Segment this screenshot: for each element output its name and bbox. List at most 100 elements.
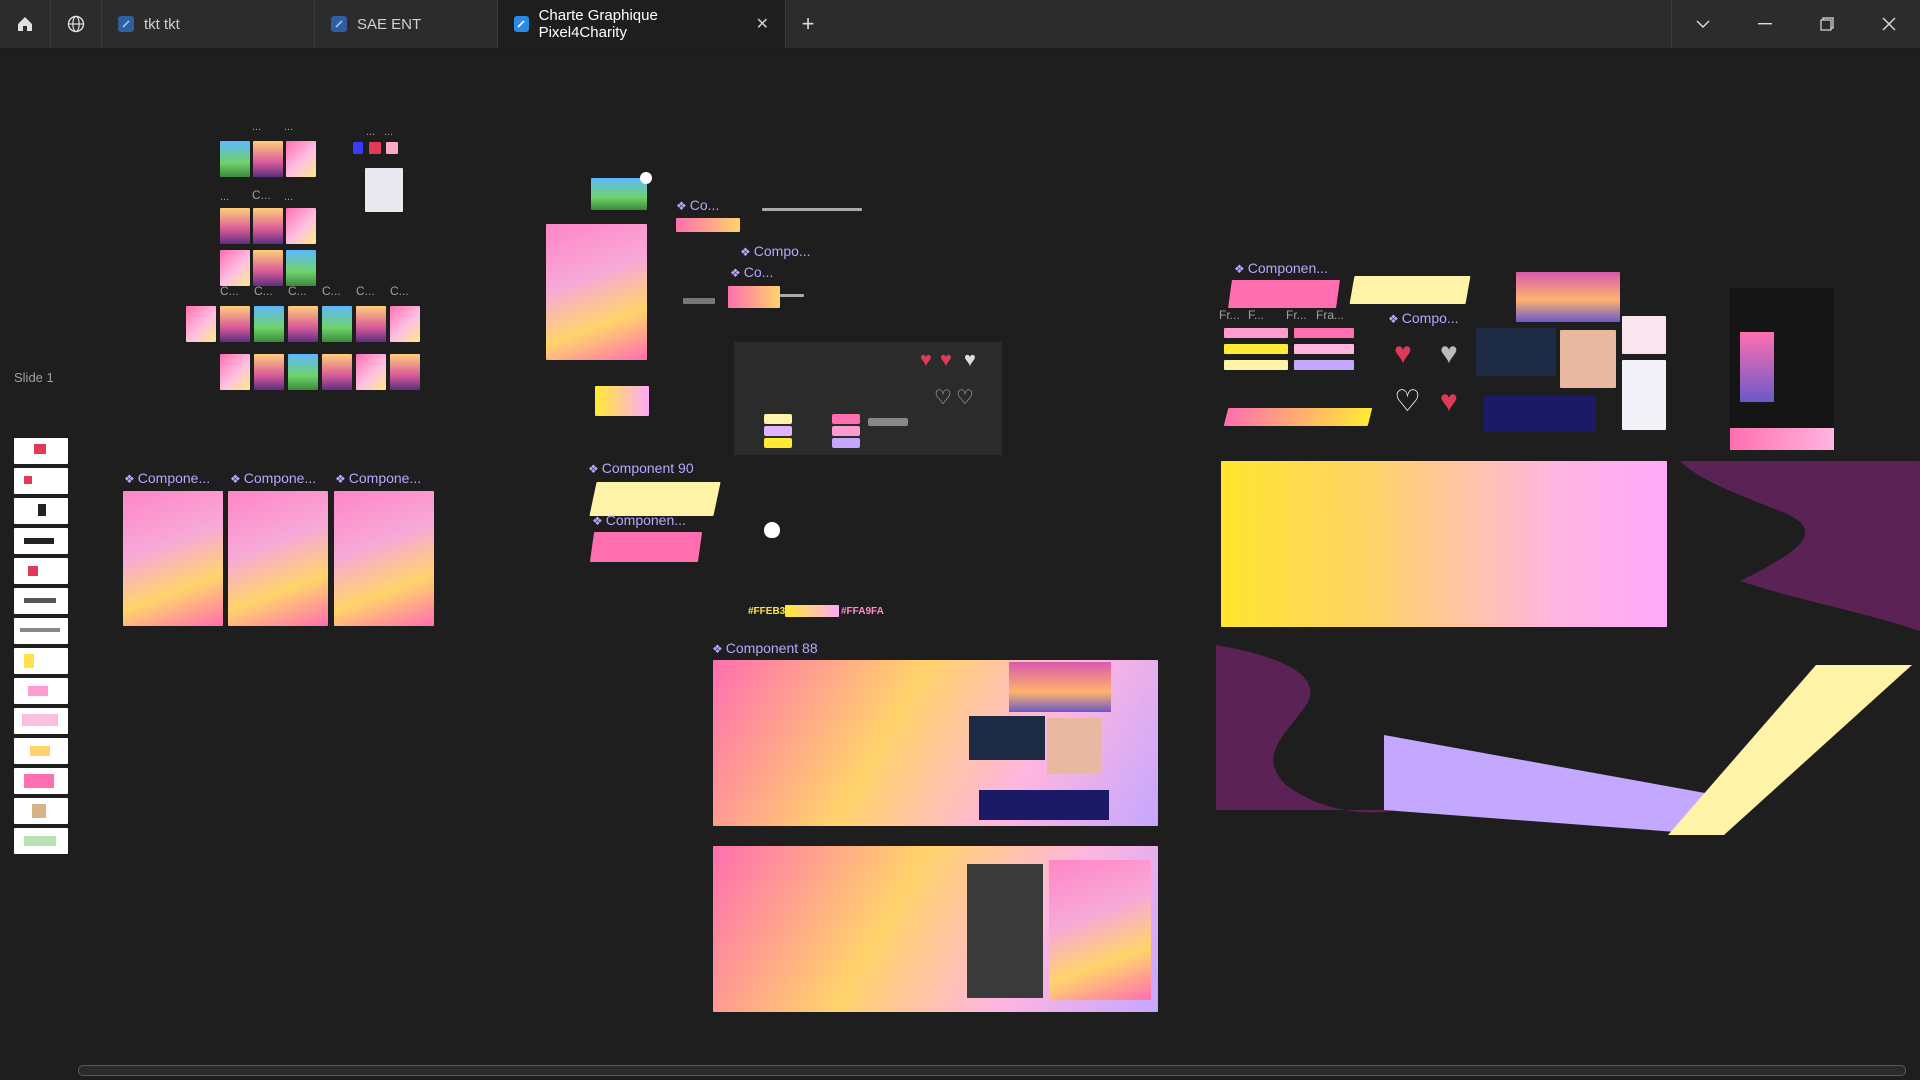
- banner-component[interactable]: [676, 218, 740, 232]
- frame-label[interactable]: F...: [1248, 308, 1264, 322]
- sticker-thumb[interactable]: [254, 306, 284, 342]
- logo-thumb[interactable]: [353, 142, 363, 154]
- component-label[interactable]: ❖ Componen...: [592, 512, 686, 528]
- charter-board-component[interactable]: [713, 660, 1158, 826]
- slide-thumb[interactable]: [14, 618, 68, 644]
- text-block[interactable]: [683, 298, 715, 304]
- sticker-thumb[interactable]: [254, 354, 284, 390]
- heart-icon[interactable]: ♥: [1440, 339, 1458, 369]
- component-label[interactable]: ❖ Co...: [676, 197, 719, 213]
- frame-label[interactable]: ...: [284, 191, 293, 203]
- color-bar[interactable]: [1224, 360, 1288, 370]
- frame-label[interactable]: Fr...: [1286, 308, 1307, 322]
- minimize-icon[interactable]: [1734, 0, 1796, 48]
- frame-label[interactable]: C...: [254, 284, 273, 298]
- sticker-thumb[interactable]: [253, 250, 283, 286]
- sticker-thumb[interactable]: [322, 354, 352, 390]
- line-element[interactable]: [762, 208, 862, 211]
- slide-thumb[interactable]: [14, 438, 68, 464]
- frame-label[interactable]: C...: [356, 284, 375, 298]
- heart-icon[interactable]: ♥: [1440, 387, 1458, 417]
- slide-thumb[interactable]: [14, 468, 68, 494]
- slide-thumb[interactable]: [14, 768, 68, 794]
- color-bar[interactable]: [1294, 328, 1354, 338]
- slide-label[interactable]: Slide 1: [14, 370, 54, 385]
- horizontal-scrollbar[interactable]: [78, 1065, 1906, 1076]
- frame-label[interactable]: C...: [252, 188, 271, 202]
- qr-banner-component[interactable]: [1349, 276, 1471, 304]
- gradient-swatch[interactable]: [785, 605, 839, 617]
- frame-label[interactable]: C...: [322, 284, 341, 298]
- poster-component[interactable]: [334, 491, 434, 626]
- slide-thumb[interactable]: [14, 528, 68, 554]
- icon-panel[interactable]: ♥ ♥ ♥ ♡ ♡: [734, 342, 1002, 455]
- frame-label[interactable]: C...: [288, 284, 307, 298]
- poster-frame[interactable]: [546, 224, 647, 360]
- slide-thumb[interactable]: [14, 708, 68, 734]
- frame-label[interactable]: C...: [390, 284, 409, 298]
- community-button[interactable]: [51, 0, 102, 48]
- controller-image[interactable]: [1622, 316, 1666, 354]
- slide-thumb[interactable]: [14, 738, 68, 764]
- component-label[interactable]: ❖ Compo...: [740, 243, 811, 259]
- color-bar[interactable]: [1294, 360, 1354, 370]
- frame-label[interactable]: Fr...: [1219, 308, 1240, 322]
- sticker-thumb[interactable]: [288, 306, 318, 342]
- frame-label[interactable]: ...: [284, 121, 293, 133]
- restore-icon[interactable]: [1796, 0, 1858, 48]
- sticker-thumb[interactable]: [286, 250, 316, 286]
- sticker-thumb[interactable]: [390, 354, 420, 390]
- sticker-thumb[interactable]: [220, 306, 250, 342]
- sticker-thumb[interactable]: [220, 250, 250, 286]
- sticker-thumb[interactable]: [356, 306, 386, 342]
- color-bar[interactable]: [1224, 328, 1288, 338]
- frame-label[interactable]: Fra...: [1316, 308, 1344, 322]
- screenshot-image[interactable]: [1476, 328, 1556, 376]
- frame-label[interactable]: ...: [220, 191, 229, 203]
- photo-image[interactable]: [1560, 330, 1616, 388]
- frame-label[interactable]: ...: [366, 126, 375, 138]
- component-label[interactable]: ❖ Compone...: [124, 470, 210, 486]
- sticker-thumb[interactable]: [286, 208, 316, 244]
- qr-banner-component[interactable]: [1228, 280, 1340, 308]
- game-screenshot[interactable]: [591, 178, 647, 210]
- color-bar[interactable]: [1224, 344, 1288, 354]
- heart-icon[interactable]: ♡: [1394, 387, 1421, 417]
- component-label[interactable]: ❖ Compone...: [230, 470, 316, 486]
- gradient-chip[interactable]: [595, 386, 649, 416]
- sticker-thumb[interactable]: [186, 306, 216, 342]
- sticker-thumb[interactable]: [390, 306, 420, 342]
- component-label[interactable]: ❖ Compone...: [335, 470, 421, 486]
- sunset-image[interactable]: [1516, 272, 1620, 322]
- frame-label[interactable]: ...: [252, 121, 261, 133]
- frame-label[interactable]: C...: [220, 284, 239, 298]
- sticker-thumb[interactable]: [253, 208, 283, 244]
- paper-thumb[interactable]: [365, 168, 403, 212]
- slide-thumb[interactable]: [14, 678, 68, 704]
- design-canvas[interactable]: Slide 1 ... ... ... ... ... C... ... C..…: [0, 48, 1920, 1080]
- slide-thumb[interactable]: [14, 558, 68, 584]
- tab-sae-ent[interactable]: SAE ENT: [315, 0, 498, 48]
- qr-banner-component[interactable]: [589, 532, 703, 562]
- tab-tkt-tkt[interactable]: tkt tkt: [102, 0, 315, 48]
- sticker-thumb[interactable]: [286, 141, 316, 177]
- sticker-thumb[interactable]: [220, 141, 250, 177]
- heart-icon[interactable]: ♥: [1394, 339, 1412, 369]
- component-label[interactable]: ❖ Component 90: [588, 460, 694, 476]
- wave-shape[interactable]: [1680, 461, 1920, 631]
- charter-board[interactable]: [713, 846, 1158, 1012]
- slide-strip[interactable]: [14, 438, 68, 858]
- sticker-thumb[interactable]: [220, 354, 250, 390]
- logo-thumb[interactable]: [386, 142, 398, 154]
- sticker-thumb[interactable]: [288, 354, 318, 390]
- shape-composition[interactable]: [1216, 645, 1920, 885]
- component-label[interactable]: ❖ Componen...: [1234, 260, 1328, 276]
- swatch-hex-pink[interactable]: #FFA9FA: [841, 606, 884, 617]
- flyer-image[interactable]: [1622, 360, 1666, 430]
- poster-component[interactable]: [228, 491, 328, 626]
- sticker-thumb[interactable]: [356, 354, 386, 390]
- chevron-down-icon[interactable]: [1671, 0, 1734, 48]
- slide-thumb[interactable]: [14, 588, 68, 614]
- logo-thumb[interactable]: [369, 142, 381, 154]
- gradient-background[interactable]: [1221, 461, 1667, 627]
